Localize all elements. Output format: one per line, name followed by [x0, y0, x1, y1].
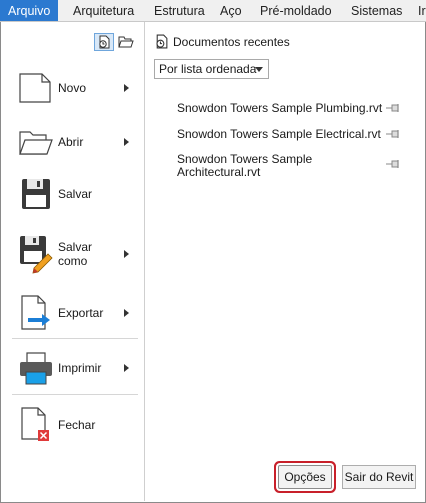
- tab-more[interactable]: Ir: [418, 0, 426, 21]
- recent-docs-icon: [156, 34, 168, 49]
- menu-abrir-label: Abrir: [58, 135, 84, 149]
- application-menu: Novo Abrir Salvar Salvar como Exportar I…: [0, 22, 426, 503]
- tab-arquitetura[interactable]: Arquitetura: [73, 0, 134, 21]
- sort-order-value: Por lista ordenada: [159, 62, 257, 76]
- save-as-icon: [18, 234, 54, 274]
- submenu-arrow-icon: [124, 250, 129, 258]
- export-icon: [18, 294, 54, 332]
- tab-aco[interactable]: Aço: [220, 0, 242, 21]
- recent-document-item[interactable]: Snowdon Towers Sample Architectural.rvt: [177, 153, 337, 179]
- submenu-arrow-icon: [124, 138, 129, 146]
- menu-salvar-como[interactable]: Salvar como: [6, 234, 141, 274]
- exit-revit-button[interactable]: Sair do Revit: [342, 465, 416, 489]
- options-button[interactable]: Opções: [278, 465, 332, 489]
- open-documents-toggle[interactable]: [116, 33, 136, 51]
- menu-salvar-como-label: Salvar como: [58, 240, 93, 268]
- ribbon-tab-bar: Arquivo Arquitetura Estrutura Aço Pré-mo…: [0, 0, 426, 22]
- menu-fechar[interactable]: Fechar: [6, 406, 141, 444]
- new-file-icon: [18, 70, 54, 106]
- menu-fechar-label: Fechar: [58, 418, 96, 432]
- submenu-arrow-icon: [124, 84, 129, 92]
- menu-novo-label: Novo: [58, 81, 87, 95]
- menu-abrir[interactable]: Abrir: [6, 124, 141, 160]
- sort-order-select[interactable]: Por lista ordenada: [154, 59, 269, 79]
- menu-separator: [12, 394, 138, 395]
- recent-document-item[interactable]: Snowdon Towers Sample Electrical.rvt: [177, 128, 397, 141]
- recent-documents-header: Documentos recentes: [154, 34, 290, 49]
- pin-icon[interactable]: [386, 159, 402, 169]
- submenu-arrow-icon: [124, 364, 129, 372]
- recent-document-item[interactable]: Snowdon Towers Sample Plumbing.rvt: [177, 102, 397, 115]
- menu-exportar[interactable]: Exportar: [6, 294, 141, 332]
- application-menu-commands: Novo Abrir Salvar Salvar como Exportar I…: [2, 22, 145, 501]
- tab-arquivo[interactable]: Arquivo: [0, 0, 59, 21]
- menu-salvar[interactable]: Salvar: [6, 176, 141, 212]
- recent-documents-toggle[interactable]: [94, 33, 114, 51]
- tab-estrutura[interactable]: Estrutura: [154, 0, 205, 21]
- open-docs-icon: [118, 36, 134, 48]
- menu-novo[interactable]: Novo: [6, 70, 141, 106]
- menu-imprimir-label: Imprimir: [58, 361, 102, 375]
- recent-documents-panel: Documentos recentes Por lista ordenada S…: [146, 22, 425, 501]
- printer-icon: [18, 350, 54, 386]
- menu-exportar-label: Exportar: [58, 306, 104, 320]
- menu-imprimir[interactable]: Imprimir: [6, 350, 141, 386]
- recent-docs-icon: [99, 35, 110, 49]
- open-folder-icon: [18, 124, 54, 160]
- chevron-down-icon: [255, 67, 263, 72]
- menu-salvar-label: Salvar: [58, 187, 93, 201]
- tab-sistemas[interactable]: Sistemas: [351, 0, 402, 21]
- pin-icon[interactable]: [386, 103, 402, 113]
- pin-icon[interactable]: [386, 129, 402, 139]
- submenu-arrow-icon: [124, 309, 129, 317]
- menu-separator: [12, 338, 138, 339]
- save-disk-icon: [18, 176, 54, 212]
- recent-documents-title: Documentos recentes: [173, 34, 290, 49]
- close-document-icon: [18, 406, 54, 444]
- tab-pre-moldado[interactable]: Pré-moldado: [260, 0, 332, 21]
